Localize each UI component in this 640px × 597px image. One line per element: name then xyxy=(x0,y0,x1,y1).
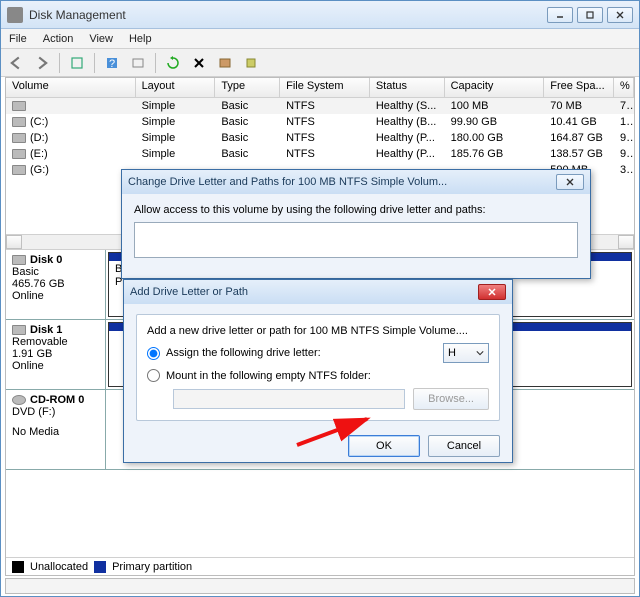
back-button[interactable] xyxy=(5,52,27,74)
menu-bar: File Action View Help xyxy=(1,29,639,49)
help-icon[interactable]: ? xyxy=(101,52,123,74)
change-drive-letter-dialog: Change Drive Letter and Paths for 100 MB… xyxy=(121,169,591,279)
minimize-button[interactable] xyxy=(547,7,573,23)
volume-row[interactable]: (D:)SimpleBasicNTFSHealthy (P...180.00 G… xyxy=(6,130,634,146)
chevron-down-icon xyxy=(476,349,484,357)
toolbar: ? xyxy=(1,49,639,77)
menu-help[interactable]: Help xyxy=(129,33,152,45)
mount-path-input xyxy=(173,389,405,409)
title-bar: Disk Management xyxy=(1,1,639,29)
volume-row[interactable]: SimpleBasicNTFSHealthy (S...100 MB70 MB7… xyxy=(6,98,634,114)
col-filesystem[interactable]: File System xyxy=(280,78,370,97)
volume-row[interactable]: (C:)SimpleBasicNTFSHealthy (B...99.90 GB… xyxy=(6,114,634,130)
drive-letter-value: H xyxy=(448,347,456,359)
disk-icon xyxy=(12,325,26,335)
delete-icon[interactable] xyxy=(188,52,210,74)
volume-row[interactable]: (E:)SimpleBasicNTFSHealthy (P...185.76 G… xyxy=(6,146,634,162)
legend: Unallocated Primary partition xyxy=(6,557,634,575)
volume-icon xyxy=(12,133,26,143)
volume-icon xyxy=(12,165,26,175)
dialog2-intro: Add a new drive letter or path for 100 M… xyxy=(147,325,489,337)
refresh-icon[interactable] xyxy=(162,52,184,74)
app-title: Disk Management xyxy=(29,8,547,22)
dialog2-close-button[interactable] xyxy=(478,284,506,300)
status-bar xyxy=(5,578,635,594)
forward-button[interactable] xyxy=(31,52,53,74)
assign-letter-label: Assign the following drive letter: xyxy=(166,347,321,359)
svg-text:?: ? xyxy=(109,58,115,70)
col-percent[interactable]: % F xyxy=(614,78,634,97)
dialog1-intro: Allow access to this volume by using the… xyxy=(134,204,578,216)
col-layout[interactable]: Layout xyxy=(136,78,216,97)
legend-swatch-unallocated xyxy=(12,561,24,573)
col-volume[interactable]: Volume xyxy=(6,78,136,97)
cancel-button[interactable]: Cancel xyxy=(428,435,500,457)
disk0-info[interactable]: Disk 0 Basic 465.76 GB Online xyxy=(6,250,106,319)
mount-folder-radio[interactable] xyxy=(147,369,160,382)
menu-action[interactable]: Action xyxy=(43,33,74,45)
dialog1-close-button[interactable] xyxy=(556,174,584,190)
cdrom-info[interactable]: CD-ROM 0 DVD (F:) No Media xyxy=(6,390,106,469)
disk-icon xyxy=(12,255,26,265)
main-window: Disk Management File Action View Help ? … xyxy=(0,0,640,597)
app-icon xyxy=(7,7,23,23)
toolbar-icon[interactable] xyxy=(240,52,262,74)
col-capacity[interactable]: Capacity xyxy=(445,78,545,97)
col-free[interactable]: Free Spa... xyxy=(544,78,614,97)
col-type[interactable]: Type xyxy=(215,78,280,97)
maximize-button[interactable] xyxy=(577,7,603,23)
legend-swatch-primary xyxy=(94,561,106,573)
scroll-right-button[interactable] xyxy=(618,235,634,249)
volume-icon xyxy=(12,117,26,127)
dialog1-title: Change Drive Letter and Paths for 100 MB… xyxy=(128,176,556,188)
close-button[interactable] xyxy=(607,7,633,23)
volume-icon xyxy=(12,149,26,159)
dialog2-title: Add Drive Letter or Path xyxy=(130,286,478,298)
properties-icon[interactable] xyxy=(214,52,236,74)
column-headers: Volume Layout Type File System Status Ca… xyxy=(6,78,634,98)
assign-letter-radio[interactable] xyxy=(147,347,160,360)
volume-icon xyxy=(12,101,26,111)
drive-letter-combo[interactable]: H xyxy=(443,343,489,363)
legend-primary: Primary partition xyxy=(112,561,192,573)
menu-view[interactable]: View xyxy=(89,33,113,45)
toolbar-icon[interactable] xyxy=(127,52,149,74)
mount-folder-label: Mount in the following empty NTFS folder… xyxy=(166,370,371,382)
volume-list: SimpleBasicNTFSHealthy (S...100 MB70 MB7… xyxy=(6,98,634,178)
scroll-left-button[interactable] xyxy=(6,235,22,249)
toolbar-icon[interactable] xyxy=(66,52,88,74)
paths-listbox[interactable] xyxy=(134,222,578,258)
browse-button: Browse... xyxy=(413,388,489,410)
legend-unallocated: Unallocated xyxy=(30,561,88,573)
disk1-info[interactable]: Disk 1 Removable 1.91 GB Online xyxy=(6,320,106,389)
cd-icon xyxy=(12,395,26,405)
annotation-arrow xyxy=(293,409,383,452)
menu-file[interactable]: File xyxy=(9,33,27,45)
col-status[interactable]: Status xyxy=(370,78,445,97)
